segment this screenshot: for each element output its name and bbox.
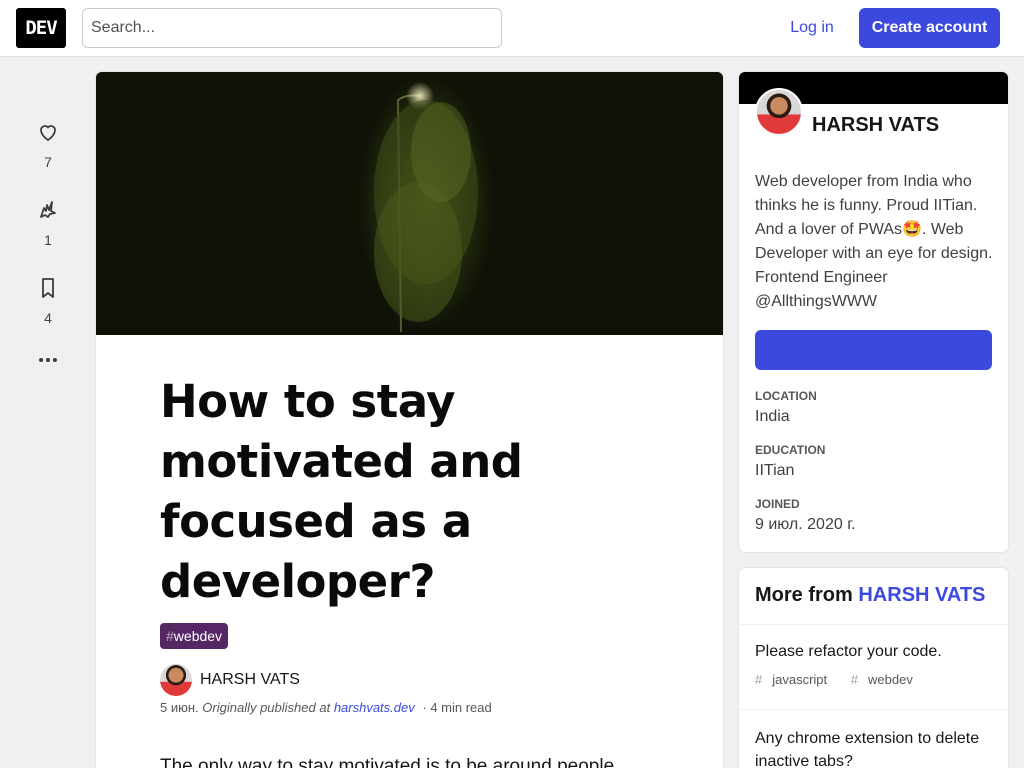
- author-row: HARSH VATS: [160, 664, 300, 696]
- joined-label: JOINED: [755, 497, 800, 511]
- heart-icon: [40, 125, 56, 142]
- article-title: How to stay motivated and focused as a d…: [160, 375, 523, 608]
- education-value: IITian: [755, 462, 795, 479]
- tag-webdev[interactable]: # webdev: [160, 623, 229, 649]
- more-options-button[interactable]: [20, 348, 76, 372]
- heart-count: 7: [44, 154, 52, 170]
- divider: [739, 624, 1008, 625]
- more-item-title[interactable]: Any chrome extension to delete inactive …: [755, 727, 995, 768]
- location-value: India: [755, 408, 790, 425]
- top-header: DEV Log in Create account: [0, 0, 1024, 57]
- education-label: EDUCATION: [755, 443, 826, 457]
- location-label: LOCATION: [755, 389, 817, 403]
- originally-published-label: Originally published at: [202, 700, 331, 715]
- profile-avatar[interactable]: [755, 88, 803, 136]
- bookmark-count: 4: [44, 310, 52, 326]
- login-button[interactable]: Log in: [776, 8, 848, 48]
- tag-label: webdev: [173, 628, 223, 644]
- unicorn-count: 1: [44, 232, 52, 248]
- create-account-button[interactable]: Create account: [859, 8, 1000, 48]
- follow-button[interactable]: [755, 330, 992, 370]
- tag-hash: #: [166, 628, 174, 644]
- read-time: · 4 min read: [422, 700, 492, 715]
- more-from-prefix: More from: [755, 584, 853, 606]
- heart-reaction-button[interactable]: 7: [20, 120, 76, 170]
- source-link[interactable]: harshvats.dev: [334, 700, 415, 715]
- ellipsis-icon: [39, 358, 57, 362]
- publish-date: 5 июн.: [160, 700, 199, 715]
- article-body: The only way to stay motivated is to be …: [160, 756, 615, 768]
- joined-value: 9 июл. 2020 г.: [755, 516, 856, 533]
- streetlight-illustration: [374, 82, 478, 333]
- article-meta: 5 июн. Originally published at harshvats…: [160, 700, 492, 715]
- tag-link[interactable]: # javascript: [755, 672, 837, 687]
- bookmark-reaction-button[interactable]: 4: [20, 276, 76, 326]
- reactions-sidebar: 7 1 4: [20, 120, 76, 372]
- dev-logo[interactable]: DEV: [16, 8, 66, 48]
- tag-link[interactable]: # webdev: [851, 672, 923, 687]
- search-input[interactable]: [82, 8, 502, 48]
- profile-name[interactable]: HARSH VATS: [812, 114, 939, 137]
- author-profile-card: HARSH VATS Web developer from India who …: [739, 72, 1008, 552]
- cover-image: [96, 72, 723, 335]
- more-item-title[interactable]: Please refactor your code.: [755, 640, 995, 663]
- author-name[interactable]: HARSH VATS: [200, 671, 300, 689]
- more-from-author-link[interactable]: HARSH VATS: [858, 584, 985, 606]
- more-from-heading: More from HARSH VATS: [755, 584, 985, 607]
- bookmark-icon: [42, 278, 54, 298]
- divider: [739, 709, 1008, 710]
- profile-bio: Web developer from India who thinks he i…: [755, 173, 993, 310]
- more-from-card: More from HARSH VATS Please refactor you…: [739, 568, 1008, 768]
- article-card: How to stay motivated and focused as a d…: [96, 72, 723, 768]
- unicorn-reaction-button[interactable]: 1: [20, 198, 76, 248]
- unicorn-icon: [40, 201, 56, 218]
- author-avatar[interactable]: [160, 664, 192, 696]
- more-item-tags: # javascript # webdev: [755, 672, 933, 687]
